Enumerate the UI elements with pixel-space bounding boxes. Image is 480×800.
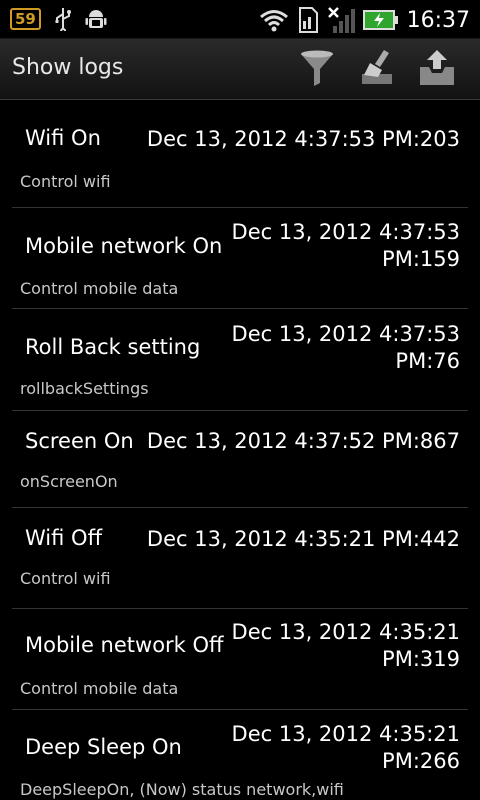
log-name: Wifi On	[25, 126, 101, 150]
clear-icon[interactable]	[356, 47, 398, 89]
log-entry[interactable]: Deep Sleep On Dec 13, 2012 4:35:21 PM:266…	[12, 710, 468, 800]
sim-icon	[298, 7, 318, 33]
log-date: Dec 13, 2012 4:37:53 PM:203	[146, 127, 460, 151]
log-date: Dec 13, 2012 4:37:52 PM:867	[146, 429, 460, 453]
log-description: Control mobile data	[20, 679, 179, 698]
clock: 16:37	[406, 7, 470, 33]
export-icon[interactable]	[416, 47, 458, 89]
log-entry[interactable]: Wifi On Dec 13, 2012 4:37:53 PM:203 Cont…	[12, 100, 468, 208]
log-date: Dec 13, 2012 4:37:53 PM:76	[231, 322, 460, 373]
usb-icon	[55, 8, 71, 31]
log-entry[interactable]: Roll Back setting Dec 13, 2012 4:37:53 PM…	[12, 309, 468, 411]
filter-icon[interactable]	[296, 47, 338, 89]
log-description: Control wifi	[20, 569, 111, 588]
log-description: onScreenOn	[20, 472, 118, 491]
log-date: Dec 13, 2012 4:37:53 PM:159	[231, 220, 460, 271]
log-name: Screen On	[25, 429, 134, 453]
log-entry[interactable]: Wifi Off Dec 13, 2012 4:35:21 PM:442 Con…	[12, 508, 468, 609]
log-name: Wifi Off	[25, 526, 103, 550]
log-entry[interactable]: Mobile network On Dec 13, 2012 4:37:53 PM…	[12, 208, 468, 309]
log-name: Mobile network On	[25, 234, 223, 258]
log-name: Mobile network Off	[25, 633, 224, 657]
log-description: rollbackSettings	[20, 379, 149, 398]
log-entry[interactable]: Screen On Dec 13, 2012 4:37:52 PM:867 on…	[12, 411, 468, 508]
log-name: Deep Sleep On	[25, 735, 182, 759]
battery-percent-badge: 59	[10, 8, 41, 30]
log-date: Dec 13, 2012 4:35:21 PM:319	[231, 620, 460, 671]
android-debug-icon	[85, 10, 107, 28]
log-description: Control mobile data	[20, 279, 179, 298]
no-signal-icon	[327, 7, 355, 33]
log-name: Roll Back setting	[25, 335, 201, 359]
wifi-icon	[259, 10, 288, 32]
log-list: Wifi On Dec 13, 2012 4:37:53 PM:203 Cont…	[0, 100, 480, 800]
log-entry[interactable]: Mobile network Off Dec 13, 2012 4:35:21 P…	[12, 609, 468, 710]
status-bar: 59 16:37	[0, 0, 480, 39]
log-description: DeepSleepOn, (Now) status network,wifi	[20, 780, 344, 799]
action-bar: Show logs	[0, 39, 480, 100]
battery-charging-icon	[362, 10, 398, 30]
log-description: Control wifi	[20, 172, 111, 191]
page-title: Show logs	[12, 55, 124, 80]
log-date: Dec 13, 2012 4:35:21 PM:442	[146, 527, 460, 551]
log-date: Dec 13, 2012 4:35:21 PM:266	[231, 722, 460, 773]
